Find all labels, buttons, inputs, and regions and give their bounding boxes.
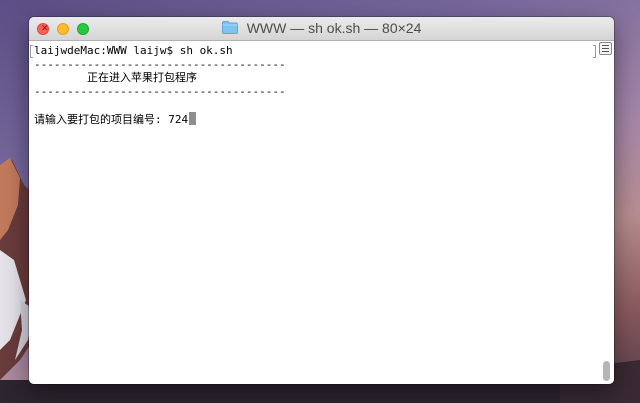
text-cursor: [189, 111, 197, 125]
title-bar[interactable]: ✕ WWW — sh ok.sh — 80×24: [29, 17, 614, 41]
input-prompt: 请输入要打包的项目编号: 724: [34, 112, 189, 126]
terminal-line: 正在进入苹果打包程序: [34, 71, 197, 84]
split-icon: [602, 48, 609, 49]
window-title: WWW — sh ok.sh — 80×24: [246, 20, 422, 36]
terminal-line: laijwdeMac:WWW laijw$ sh ok.sh: [34, 44, 233, 57]
split-icon: [602, 51, 609, 52]
terminal-line: --------------------------------------: [34, 57, 286, 71]
terminal-line: --------------------------------------: [34, 84, 286, 98]
split-pane-button[interactable]: [599, 42, 612, 55]
line-mark-left: [30, 45, 33, 58]
scrollbar-thumb[interactable]: [603, 361, 610, 381]
line-mark-right: [593, 45, 596, 58]
folder-icon: [221, 20, 238, 34]
split-icon: [602, 45, 609, 46]
window-title-area: WWW — sh ok.sh — 80×24: [29, 17, 614, 40]
terminal-input-line[interactable]: 请输入要打包的项目编号: 724: [34, 111, 286, 126]
terminal-content[interactable]: laijwdeMac:WWW laijw$ sh ok.sh ---------…: [29, 41, 614, 384]
terminal-window[interactable]: ✕ WWW — sh ok.sh — 80×24 laijwdeMac:WWW …: [29, 17, 614, 384]
terminal-output: laijwdeMac:WWW laijw$ sh ok.sh ---------…: [34, 44, 286, 126]
